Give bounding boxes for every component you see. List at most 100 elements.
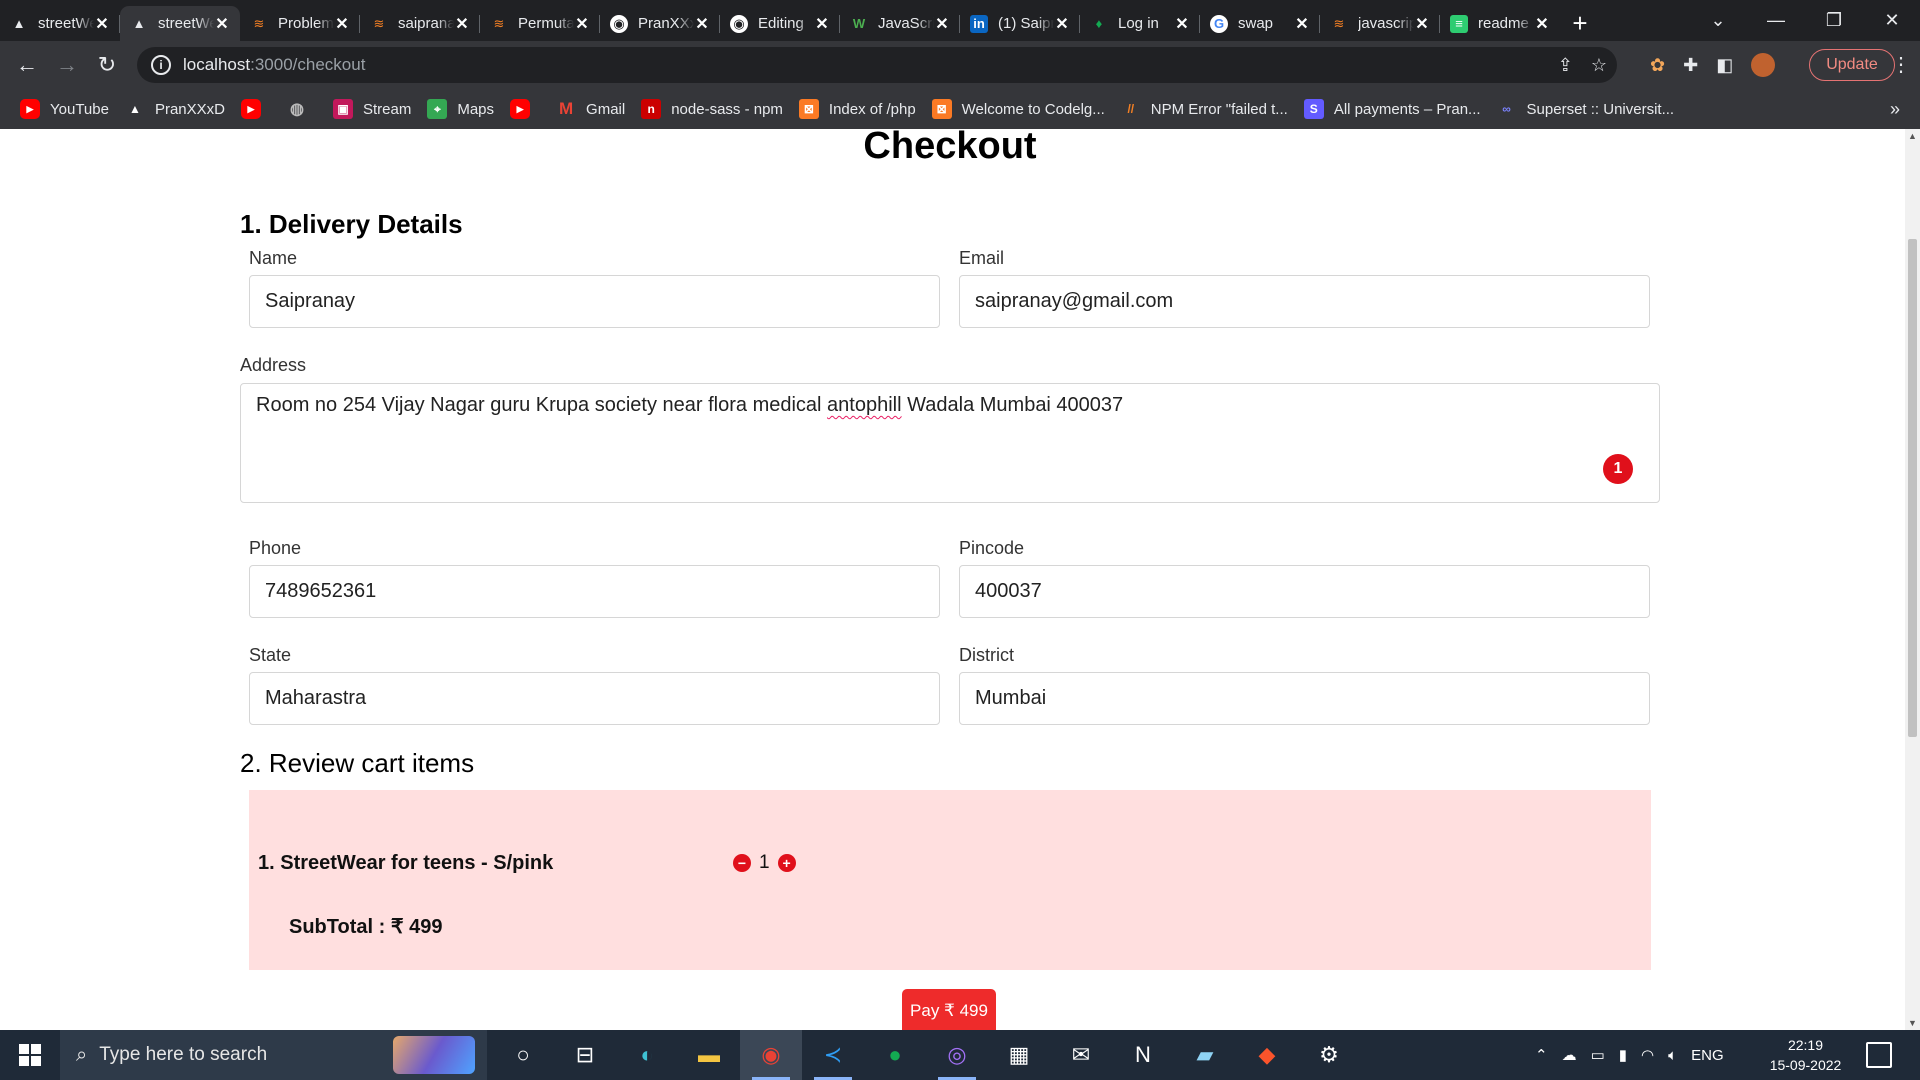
notepad-icon[interactable]: ▰ bbox=[1174, 1030, 1236, 1080]
chrome-icon[interactable]: ◉ bbox=[740, 1030, 802, 1080]
bookmark-codelg[interactable]: ⊠ Welcome to Codelg... bbox=[928, 99, 1117, 119]
site-info-icon[interactable]: i bbox=[151, 55, 171, 75]
battery-icon[interactable]: ▮ bbox=[1619, 1046, 1627, 1064]
mail-icon[interactable]: ✉ bbox=[1050, 1030, 1112, 1080]
notion-icon[interactable]: N bbox=[1112, 1030, 1174, 1080]
tab-active[interactable]: ▲streetWear✕ bbox=[120, 6, 240, 41]
close-icon[interactable]: ✕ bbox=[334, 14, 350, 34]
scroll-up-icon[interactable]: ▲ bbox=[1905, 131, 1920, 141]
bookmark-php[interactable]: ⊠ Index of /php bbox=[795, 99, 928, 119]
edge-icon[interactable]: ◐ bbox=[616, 1030, 678, 1080]
close-icon[interactable]: ✕ bbox=[1174, 14, 1190, 34]
tab[interactable]: ♦ Log in ✕ bbox=[1080, 6, 1200, 41]
misspelled-word[interactable]: antophill bbox=[827, 394, 902, 416]
new-tab-button[interactable]: + bbox=[1560, 6, 1600, 41]
bookmark-npm-error[interactable]: //NPM Error "failed t... bbox=[1117, 99, 1300, 119]
brave-icon[interactable]: ◆ bbox=[1236, 1030, 1298, 1080]
more-bookmarks-icon[interactable]: » bbox=[1890, 89, 1900, 129]
taskbar-search-box[interactable]: ⌕ Type here to search bbox=[60, 1030, 487, 1080]
bookmark-payments[interactable]: S All payments – Pran... bbox=[1300, 99, 1493, 119]
bookmark-pranxxxd[interactable]: ▲ PranXXxD bbox=[121, 99, 237, 119]
tab[interactable]: WJavaScript✕ bbox=[840, 6, 960, 41]
close-icon[interactable]: ✕ bbox=[814, 14, 830, 34]
close-icon[interactable]: ✕ bbox=[1414, 14, 1430, 34]
close-icon[interactable]: ✕ bbox=[694, 14, 710, 34]
bookmark-maps[interactable]: ⌖ Maps bbox=[423, 99, 506, 119]
phone-field[interactable]: 7489652361 bbox=[249, 565, 940, 618]
tab[interactable]: Gswap ✕ bbox=[1200, 6, 1320, 41]
tab[interactable]: ◉PranXXxD✕ bbox=[600, 6, 720, 41]
tab[interactable]: ≋javascript✕ bbox=[1320, 6, 1440, 41]
minimize-button[interactable]: — bbox=[1747, 0, 1805, 41]
bookmark-youtube-3[interactable]: ▶ bbox=[506, 99, 552, 119]
settings-icon[interactable]: ⚙ bbox=[1298, 1030, 1360, 1080]
close-icon[interactable]: ✕ bbox=[1054, 14, 1070, 34]
pincode-field[interactable]: 400037 bbox=[959, 565, 1650, 618]
page-scrollbar[interactable]: ▲ ▼ bbox=[1905, 129, 1920, 1030]
close-icon[interactable]: ✕ bbox=[574, 14, 590, 34]
address-textarea[interactable]: Room no 254 Vijay Nagar guru Krupa socie… bbox=[240, 383, 1660, 503]
scroll-down-icon[interactable]: ▼ bbox=[1905, 1018, 1920, 1028]
increase-quantity-button[interactable]: + bbox=[777, 854, 796, 872]
bookmark-stream[interactable]: ▣ Stream bbox=[329, 99, 423, 119]
vscode-icon[interactable]: ≺ bbox=[802, 1030, 864, 1080]
tab-search-chevron-icon[interactable]: ⌄ bbox=[1689, 0, 1747, 41]
close-icon[interactable]: ✕ bbox=[94, 14, 110, 34]
task-view-icon[interactable]: ⊟ bbox=[554, 1030, 616, 1080]
mongodb-compass-icon[interactable]: ● bbox=[864, 1030, 926, 1080]
close-icon[interactable]: ✕ bbox=[214, 14, 230, 34]
close-icon[interactable]: ✕ bbox=[1294, 14, 1310, 34]
share-icon[interactable]: ⇪ bbox=[1558, 55, 1573, 76]
scrollbar-thumb[interactable] bbox=[1908, 239, 1917, 737]
cloud-icon[interactable]: ☁ bbox=[1562, 1046, 1577, 1064]
wifi-icon[interactable]: ◠ bbox=[1641, 1046, 1654, 1064]
close-icon[interactable]: ✕ bbox=[934, 14, 950, 34]
store-icon[interactable]: ▦ bbox=[988, 1030, 1050, 1080]
name-field[interactable]: Saipranay bbox=[249, 275, 940, 328]
back-arrow-icon[interactable]: ← bbox=[7, 45, 47, 85]
avatar[interactable] bbox=[1751, 53, 1776, 77]
tab[interactable]: in(1) Saipranay✕ bbox=[960, 6, 1080, 41]
extension-cookie-icon[interactable]: ✿ bbox=[1650, 55, 1665, 76]
forward-arrow-icon[interactable]: → bbox=[47, 45, 87, 85]
volume-icon[interactable]: 🔈︎ bbox=[1668, 1047, 1677, 1064]
close-icon[interactable]: ✕ bbox=[1534, 14, 1550, 34]
github-desktop-icon[interactable]: ◎ bbox=[926, 1030, 988, 1080]
tab[interactable]: ≋Problems✕ bbox=[240, 6, 360, 41]
notification-icon[interactable] bbox=[1866, 1042, 1892, 1068]
extensions-puzzle-icon[interactable]: ✚ bbox=[1683, 55, 1698, 76]
bookmark-superset[interactable]: ∞ Superset :: Universit... bbox=[1493, 99, 1687, 119]
tab[interactable]: ≋saipranay✕ bbox=[360, 6, 480, 41]
tab[interactable]: ▲streetWear✕ bbox=[0, 6, 120, 41]
tab[interactable]: ≡ readme ✕ bbox=[1440, 6, 1560, 41]
side-panel-icon[interactable]: ◧ bbox=[1716, 55, 1733, 76]
cortana-icon[interactable]: ○ bbox=[492, 1030, 554, 1080]
grammar-badge[interactable]: 1 bbox=[1603, 454, 1633, 484]
reload-icon[interactable]: ↻ bbox=[87, 45, 127, 85]
bookmark-gmail[interactable]: M Gmail bbox=[552, 99, 637, 119]
display-icon[interactable]: ▭ bbox=[1591, 1046, 1605, 1064]
bookmark-star-icon[interactable]: ☆ bbox=[1591, 55, 1607, 76]
close-window-button[interactable]: ✕ bbox=[1863, 0, 1920, 41]
state-field[interactable]: Maharastra bbox=[249, 672, 940, 725]
tab[interactable]: ◉ Editing ✕ bbox=[720, 6, 840, 41]
update-button[interactable]: Update bbox=[1809, 49, 1895, 81]
address-bar[interactable]: i localhost:3000/checkout ⇪ ☆ bbox=[137, 47, 1617, 83]
file-explorer-icon[interactable]: ▬ bbox=[678, 1030, 740, 1080]
bookmark-youtube[interactable]: ▶ YouTube bbox=[16, 99, 121, 119]
decrease-quantity-button[interactable]: − bbox=[733, 854, 751, 872]
bookmark-youtube-2[interactable]: ▶ bbox=[237, 99, 283, 119]
language-indicator[interactable]: ENG bbox=[1691, 1047, 1724, 1064]
restore-button[interactable]: ❐ bbox=[1805, 0, 1863, 41]
close-icon[interactable]: ✕ bbox=[454, 14, 470, 34]
clock[interactable]: 22:19 15-09-2022 bbox=[1758, 1035, 1853, 1075]
tab[interactable]: ≋Permutations✕ bbox=[480, 6, 600, 41]
windows-start-button[interactable] bbox=[0, 1030, 60, 1080]
bookmark-npm[interactable]: n node-sass - npm bbox=[637, 99, 795, 119]
bookmark-globe[interactable]: ◍ bbox=[283, 99, 329, 119]
menu-kebab-icon[interactable]: ⋮ bbox=[1886, 49, 1916, 81]
email-field[interactable]: saipranay@gmail.com bbox=[959, 275, 1650, 328]
district-field[interactable]: Mumbai bbox=[959, 672, 1650, 725]
chevron-up-icon[interactable]: ⌃ bbox=[1535, 1046, 1548, 1064]
pay-button[interactable]: Pay ₹ 499 bbox=[902, 989, 996, 1030]
